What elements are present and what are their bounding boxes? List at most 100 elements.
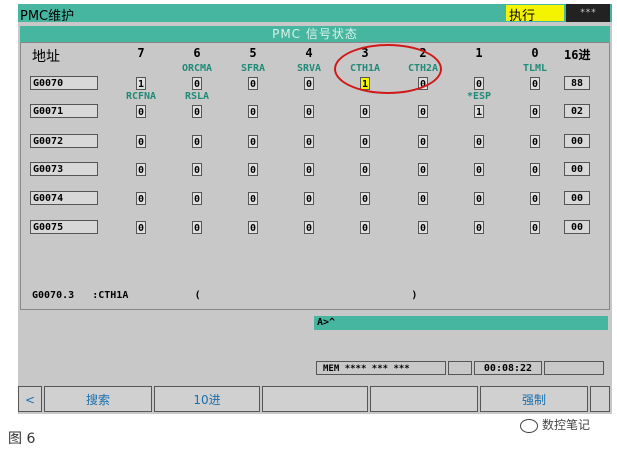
bit-value[interactable]: 0 (530, 105, 540, 118)
bit-value[interactable]: 0 (304, 77, 314, 90)
hex-value: 00 (564, 162, 590, 176)
bit-header: 0 (531, 46, 539, 60)
bit-value[interactable]: 1 (474, 105, 484, 118)
bit-value[interactable]: 0 (304, 105, 314, 118)
bit-header: 1 (475, 46, 483, 60)
bit-value[interactable]: 0 (530, 221, 540, 234)
alarm-stars: *** (566, 4, 610, 22)
bit-value[interactable]: 0 (360, 192, 370, 205)
signal-name: ORCMA (181, 63, 213, 74)
title-bar: PMC维护 执行 *** (18, 4, 612, 24)
bit-value[interactable]: 0 (136, 135, 146, 148)
signal-name: SRVA (296, 63, 322, 74)
bit-value[interactable]: 0 (418, 105, 428, 118)
status-open-paren: ( (194, 290, 201, 301)
hex-value: 00 (564, 220, 590, 234)
screen-title: PMC维护 (20, 9, 75, 24)
bit-value[interactable]: 0 (304, 135, 314, 148)
bit-value[interactable]: 0 (474, 135, 484, 148)
softkey-next[interactable] (590, 386, 610, 412)
softkey-1[interactable]: 搜索 (44, 386, 152, 412)
bit-value[interactable]: 0 (192, 192, 202, 205)
wechat-icon (520, 418, 538, 433)
signal-name: SFRA (240, 63, 266, 74)
bit-header: 4 (305, 46, 313, 60)
bit-value[interactable]: 0 (304, 192, 314, 205)
signal-name: RCFNA (125, 91, 157, 102)
bit-value[interactable]: 0 (474, 192, 484, 205)
bit-value[interactable]: 0 (192, 77, 202, 90)
bit-value[interactable]: 0 (418, 221, 428, 234)
hex-value: 00 (564, 134, 590, 148)
bit-value[interactable]: 0 (136, 192, 146, 205)
status-cell (448, 361, 472, 375)
bit-value[interactable]: 0 (474, 221, 484, 234)
softkey-5[interactable]: 强制 (480, 386, 588, 412)
signal-name: TLML (522, 63, 548, 74)
bit-value[interactable]: 0 (136, 163, 146, 176)
bit-value[interactable]: 0 (248, 105, 258, 118)
softkey-2[interactable]: 10进 (154, 386, 260, 412)
address-cell[interactable]: G0072 (30, 134, 98, 148)
status-line: G0070.3 :CTH1A ( ) (32, 290, 417, 301)
bit-value[interactable]: 0 (360, 135, 370, 148)
bit-value[interactable]: 0 (418, 192, 428, 205)
address-cell[interactable]: G0074 (30, 191, 98, 205)
bit-value[interactable]: 0 (192, 135, 202, 148)
signal-name: *ESP (466, 91, 492, 102)
address-cell[interactable]: G0073 (30, 162, 98, 176)
watermark-text: 数控笔记 (542, 418, 591, 432)
status-cell (544, 361, 604, 375)
address-cell[interactable]: G0071 (30, 104, 98, 118)
bit-value[interactable]: 0 (418, 135, 428, 148)
annotation-circle (334, 44, 442, 94)
bit-header: 5 (249, 46, 257, 60)
panel-title: PMC 信号状态 (20, 26, 610, 42)
bit-value[interactable]: 0 (474, 163, 484, 176)
bit-header: 7 (137, 46, 145, 60)
bit-value[interactable]: 0 (192, 105, 202, 118)
bit-value[interactable]: 0 (530, 77, 540, 90)
mem-status: MEM **** *** *** (316, 361, 446, 375)
hex-header: 16进 (564, 48, 591, 62)
command-input[interactable]: A>^ (314, 316, 608, 330)
bit-value[interactable]: 0 (304, 163, 314, 176)
bit-value[interactable]: 1 (136, 77, 146, 90)
bit-value[interactable]: 0 (530, 192, 540, 205)
bit-value[interactable]: 0 (136, 221, 146, 234)
bit-value[interactable]: 0 (360, 105, 370, 118)
address-cell[interactable]: G0070 (30, 76, 98, 90)
softkey-prev[interactable]: < (18, 386, 42, 412)
bit-value[interactable]: 0 (530, 135, 540, 148)
clock: 00:08:22 (474, 361, 542, 375)
hex-value: 00 (564, 191, 590, 205)
bit-value[interactable]: 0 (418, 163, 428, 176)
watermark: 数控笔记 (520, 416, 590, 433)
bit-value[interactable]: 0 (192, 221, 202, 234)
run-mode-indicator: 执行 (506, 5, 564, 24)
address-cell[interactable]: G0075 (30, 220, 98, 234)
bit-value[interactable]: 0 (474, 77, 484, 90)
status-signal: :CTH1A (92, 290, 129, 301)
hex-value: 02 (564, 104, 590, 118)
status-address: G0070.3 (32, 290, 75, 301)
bit-value[interactable]: 0 (530, 163, 540, 176)
bit-value[interactable]: 0 (304, 221, 314, 234)
bit-value[interactable]: 0 (248, 135, 258, 148)
hex-value: 88 (564, 76, 590, 90)
address-header: 地址 (32, 49, 60, 65)
mem-stars: **** *** *** (344, 364, 410, 374)
softkey-4[interactable] (370, 386, 478, 412)
bit-value[interactable]: 0 (248, 221, 258, 234)
softkey-3[interactable] (262, 386, 368, 412)
mem-label: MEM (323, 364, 340, 374)
bit-value[interactable]: 0 (248, 77, 258, 90)
bit-value[interactable]: 0 (248, 163, 258, 176)
bit-value[interactable]: 0 (192, 163, 202, 176)
signal-panel (20, 42, 610, 310)
bit-value[interactable]: 0 (360, 163, 370, 176)
signal-name: RSLA (184, 91, 210, 102)
bit-value[interactable]: 0 (360, 221, 370, 234)
bit-value[interactable]: 0 (136, 105, 146, 118)
bit-value[interactable]: 0 (248, 192, 258, 205)
